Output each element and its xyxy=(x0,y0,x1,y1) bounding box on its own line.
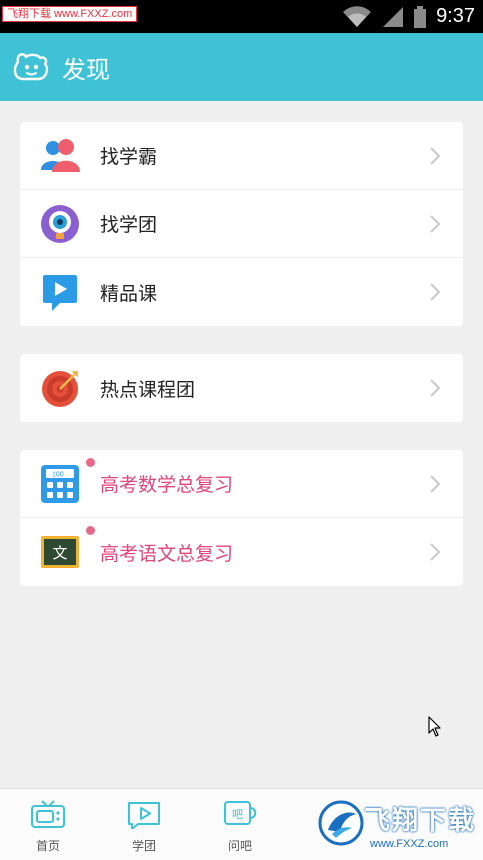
watermark-main-text: 飞翔下载 xyxy=(364,806,477,836)
status-bar: 飞翔下载 www.FXXZ.com 9:37 xyxy=(0,0,483,33)
menu-group-2: 热点课程团 xyxy=(20,354,463,422)
menu-item-gaokao-chinese-review[interactable]: 文 高考语文总复习 xyxy=(20,518,463,586)
app-bar: 发现 xyxy=(0,33,483,101)
menu-item-find-study-group[interactable]: 找学团 xyxy=(20,190,463,258)
chevron-right-icon xyxy=(430,543,441,561)
users-icon xyxy=(41,138,80,172)
chevron-right-icon xyxy=(430,475,441,493)
eye-bulb-icon xyxy=(41,204,79,243)
target-icon xyxy=(42,371,78,407)
menu-item-label: 精品课 xyxy=(100,282,158,305)
mouse-cursor-icon xyxy=(428,716,441,737)
menu-item-gaokao-math-review[interactable]: 100 高考数学总复习 xyxy=(20,450,463,518)
menu-item-label: 高考语文总复习 xyxy=(100,542,234,565)
watermark-bird-icon xyxy=(318,800,364,846)
menu-item-label: 找学霸 xyxy=(100,146,158,168)
tab-label: 学团 xyxy=(131,839,156,853)
wifi-icon xyxy=(343,5,372,27)
tab-home[interactable]: 首页 xyxy=(16,789,80,860)
cup-icon-text: 吧 xyxy=(232,808,243,821)
calculator-icon: 100 xyxy=(41,464,79,503)
menu-group-3: 100 高考数学总复习 文 高考语文总复习 xyxy=(20,450,463,586)
cup-icon: 吧 xyxy=(224,801,257,825)
menu-item-find-top-student[interactable]: 找学霸 xyxy=(20,122,463,190)
status-icons: 9:37 xyxy=(342,0,475,33)
play-icon xyxy=(128,802,160,830)
tab-label: 问吧 xyxy=(227,839,252,853)
chevron-right-icon xyxy=(430,147,441,165)
battery-icon xyxy=(414,5,427,28)
tab-label: 首页 xyxy=(35,839,60,853)
chalkboard-text: 文 xyxy=(52,544,67,562)
calculator-display: 100 xyxy=(52,471,64,478)
mascot-logo-icon xyxy=(13,53,49,81)
tab-ask[interactable]: 吧 问吧 xyxy=(208,789,272,860)
chevron-right-icon xyxy=(430,215,441,233)
chevron-right-icon xyxy=(430,283,441,301)
menu-item-label: 高考数学总复习 xyxy=(100,474,234,496)
page-title: 发现 xyxy=(62,55,110,84)
menu-item-premium-course[interactable]: 精品课 xyxy=(20,258,463,326)
notification-dot xyxy=(86,458,95,467)
menu-group-1: 找学霸 找学团 精品课 xyxy=(20,122,463,326)
clock: 9:37 xyxy=(436,5,475,27)
chevron-right-icon xyxy=(430,379,441,397)
notification-dot xyxy=(86,526,95,535)
tab-study-group[interactable]: 学团 xyxy=(112,789,176,860)
menu-item-label: 找学团 xyxy=(100,214,158,236)
tv-icon xyxy=(31,800,65,828)
chalkboard-icon: 文 xyxy=(41,536,79,568)
watermark-label: 飞翔下载 www.FXXZ.com xyxy=(2,6,138,22)
play-bubble-icon xyxy=(43,275,77,311)
signal-icon xyxy=(383,6,404,27)
menu-item-hot-course-group[interactable]: 热点课程团 xyxy=(20,354,463,422)
menu-item-label: 热点课程团 xyxy=(100,378,196,401)
watermark-logo: 飞翔下载 www.FXXZ.com xyxy=(316,794,483,860)
watermark-sub-text: www.FXXZ.com xyxy=(370,838,449,850)
